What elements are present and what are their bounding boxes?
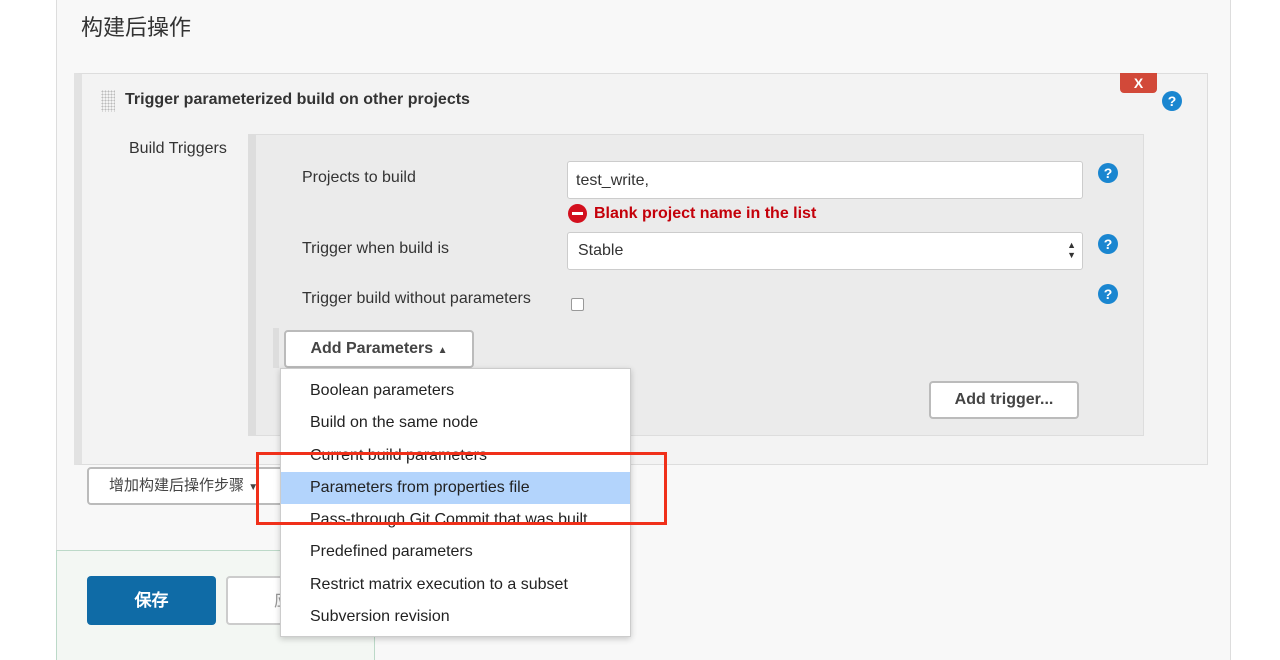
select-value: Stable (578, 242, 624, 259)
menu-item[interactable]: Subversion revision (281, 601, 630, 633)
add-parameters-label: Add Parameters (310, 340, 434, 357)
save-button[interactable]: 保存 (87, 576, 216, 625)
block-title: Trigger parameterized build on other pro… (125, 91, 470, 108)
menu-item[interactable]: Predefined parameters (281, 536, 630, 568)
caret-up-icon: ▲ (437, 345, 448, 356)
section-title: 构建后操作 (81, 15, 192, 40)
help-icon[interactable]: ? (1098, 234, 1118, 254)
menu-item[interactable]: Boolean parameters (281, 375, 630, 407)
trigger-when-label: Trigger when build is (302, 240, 450, 257)
add-trigger-button[interactable]: Add trigger... (929, 381, 1079, 419)
build-triggers-label: Build Triggers (129, 140, 227, 157)
help-icon[interactable]: ? (1162, 91, 1182, 111)
error-text: Blank project name in the list (594, 204, 817, 222)
highlight-annotation-box (256, 452, 667, 525)
error-message: Blank project name in the list (568, 204, 816, 223)
help-icon[interactable]: ? (1098, 163, 1118, 183)
without-params-checkbox[interactable] (571, 298, 584, 311)
drag-handle-icon[interactable] (101, 90, 115, 112)
delete-block-button[interactable]: X (1120, 73, 1157, 93)
help-icon[interactable]: ? (1098, 284, 1118, 304)
add-parameters-button[interactable]: Add Parameters ▲ (284, 330, 474, 368)
trigger-when-select[interactable]: Stable ▲ ▼ (567, 232, 1083, 270)
projects-input[interactable]: test_write, (567, 161, 1083, 199)
projects-label: Projects to build (302, 169, 416, 186)
menu-item[interactable]: Restrict matrix execution to a subset (281, 569, 630, 601)
divider (273, 328, 279, 368)
select-arrows-icon: ▲ ▼ (1067, 240, 1076, 260)
error-icon (568, 204, 587, 223)
menu-item[interactable]: Build on the same node (281, 407, 630, 439)
without-params-label: Trigger build without parameters (302, 290, 531, 307)
add-post-build-label: 增加构建后操作步骤 (109, 477, 245, 494)
